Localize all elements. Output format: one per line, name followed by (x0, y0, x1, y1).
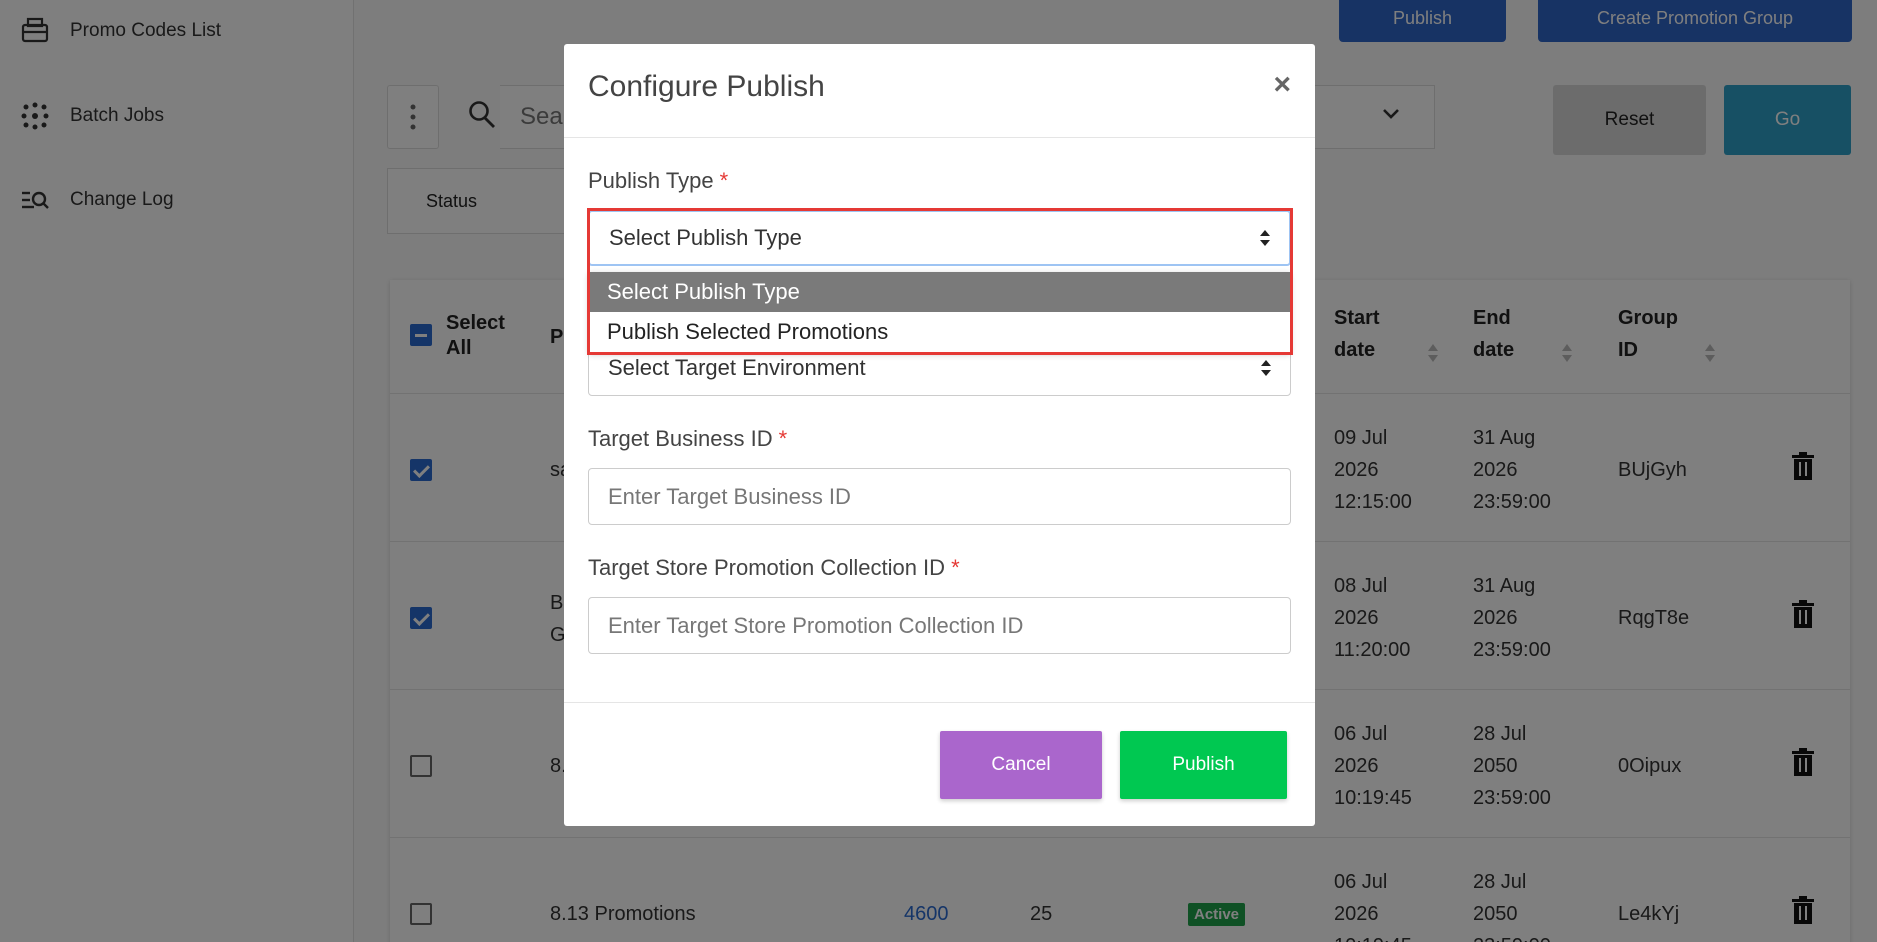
modal-header: Configure Publish × (564, 44, 1315, 138)
cancel-button[interactable]: Cancel (940, 731, 1102, 799)
required-mark: * (778, 426, 788, 451)
configure-publish-modal: Configure Publish × Publish Type * Select… (564, 44, 1315, 826)
close-icon[interactable]: × (1273, 70, 1291, 100)
target-business-label: Target Business ID * (588, 426, 788, 451)
publish-button[interactable]: Publish (1120, 731, 1287, 799)
target-collection-label: Target Store Promotion Collection ID * (588, 555, 960, 580)
modal-footer: Cancel Publish (564, 702, 1315, 826)
publish-type-select[interactable]: Select Publish Type (588, 210, 1291, 266)
publish-type-label: Publish Type * (588, 168, 729, 193)
select-arrows-icon (1261, 360, 1271, 376)
select-arrows-icon (1260, 230, 1270, 246)
dropdown-option[interactable]: Publish Selected Promotions (589, 312, 1290, 352)
required-mark: * (951, 555, 960, 580)
modal-title: Configure Publish (588, 70, 825, 103)
target-collection-input[interactable]: Enter Target Store Promotion Collection … (588, 597, 1291, 654)
required-mark: * (719, 168, 729, 193)
target-business-input[interactable]: Enter Target Business ID (588, 468, 1291, 525)
publish-type-dropdown: Select Publish Type Publish Selected Pro… (589, 272, 1290, 352)
dropdown-option[interactable]: Select Publish Type (589, 272, 1290, 312)
